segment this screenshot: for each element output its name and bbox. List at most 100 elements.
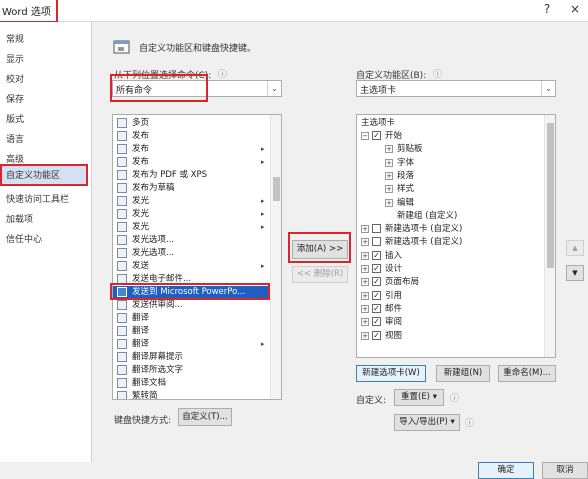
tree-item[interactable]: + ✓ 审阅: [357, 316, 543, 328]
ribbon-tree[interactable]: 主选项卡 − ✓ 开始 + 剪贴板 + 字体 + 段落 + 样式 + 编辑 新建组 (自定义) + 新建选项…: [356, 114, 556, 358]
list-item[interactable]: 发光 ▸: [113, 208, 270, 220]
tree-item[interactable]: + 新建选项卡 (自定义): [357, 223, 543, 235]
list-item[interactable]: 翻译: [113, 325, 270, 337]
new-group-button[interactable]: 新建组(N): [436, 365, 490, 382]
tree-item[interactable]: + ✓ 页面布局: [357, 276, 543, 288]
new-tab-button[interactable]: 新建选项卡(W): [356, 365, 426, 382]
list-item[interactable]: 翻译所选文字: [113, 364, 270, 376]
scrollbar-thumb[interactable]: [547, 123, 554, 268]
reset-button[interactable]: 重置(E) ▾: [394, 389, 444, 406]
expand-icon[interactable]: +: [385, 171, 393, 180]
expand-icon[interactable]: +: [361, 304, 369, 313]
ok-button[interactable]: 确定: [478, 462, 534, 479]
expand-icon[interactable]: +: [361, 318, 369, 327]
tree-checkbox[interactable]: [372, 237, 381, 247]
tree-item[interactable]: + 剪贴板: [357, 143, 543, 155]
tree-item[interactable]: + ✓ 设计: [357, 263, 543, 275]
list-item[interactable]: 发布为 PDF 或 XPS: [113, 169, 270, 181]
tree-item[interactable]: + ✓ 插入: [357, 250, 543, 262]
tree-item[interactable]: + ✓ 引用: [357, 290, 543, 302]
list-item[interactable]: 翻译文档: [113, 377, 270, 389]
help-button[interactable]: ?: [540, 2, 554, 18]
close-button[interactable]: ×: [568, 2, 582, 18]
command-icon: [117, 313, 127, 323]
command-icon: [117, 261, 127, 271]
list-item[interactable]: 繁转简: [113, 390, 270, 399]
tree-item[interactable]: + 样式: [357, 183, 543, 195]
nav-item-quick-access-toolbar[interactable]: 快速访问工具栏: [6, 192, 69, 205]
collapse-icon[interactable]: −: [361, 132, 369, 140]
tree-checkbox[interactable]: ✓: [372, 277, 381, 287]
tree-checkbox[interactable]: [372, 224, 381, 234]
nav-item-display[interactable]: 显示: [6, 52, 24, 65]
list-item[interactable]: 翻译 ▸: [113, 338, 270, 350]
import-export-button[interactable]: 导入/导出(P) ▾: [394, 414, 460, 431]
move-down-button[interactable]: ▼: [566, 265, 584, 281]
nav-item-addins[interactable]: 加载项: [6, 212, 33, 225]
ribbon-tree-scrollbar[interactable]: [544, 115, 555, 357]
list-item[interactable]: 发布为草稿: [113, 182, 270, 194]
nav-item-trust-center[interactable]: 信任中心: [6, 232, 42, 245]
command-icon: [117, 157, 127, 167]
expand-icon[interactable]: +: [361, 278, 369, 287]
nav-item-layout[interactable]: 版式: [6, 112, 24, 125]
commands-list[interactable]: 多页 发布 发布 ▸ 发布 ▸ 发布为 PDF 或 XPS 发布为草稿 发光 ▸ 发光…: [112, 114, 282, 400]
tree-checkbox[interactable]: ✓: [372, 250, 381, 260]
expand-icon[interactable]: +: [385, 185, 393, 194]
command-icon: [117, 326, 127, 336]
tree-checkbox[interactable]: ✓: [372, 317, 381, 327]
move-up-button[interactable]: ▲: [566, 240, 584, 256]
list-item[interactable]: 发光 ▸: [113, 195, 270, 207]
tree-item-label: 新建选项卡 (自定义): [385, 237, 463, 248]
list-item[interactable]: 发光选项...: [113, 234, 270, 246]
tree-checkbox[interactable]: ✓: [372, 264, 381, 273]
list-item[interactable]: 翻译: [113, 312, 270, 324]
cancel-button[interactable]: 取消: [542, 462, 588, 479]
list-item[interactable]: 发送 ▸: [113, 260, 270, 272]
rename-button[interactable]: 重命名(M)...: [498, 365, 556, 382]
customize-ribbon-dropdown[interactable]: 主选项卡 ⌄: [356, 80, 556, 97]
nav-item-general[interactable]: 常规: [6, 32, 24, 45]
expand-icon[interactable]: +: [385, 145, 393, 154]
list-item[interactable]: 发布: [113, 130, 270, 142]
tree-checkbox[interactable]: ✓: [372, 303, 381, 313]
dialog-footer: 确定 取消: [0, 462, 588, 479]
list-item[interactable]: 发送供审阅...: [113, 299, 270, 311]
list-item[interactable]: 发布 ▸: [113, 156, 270, 168]
expand-icon[interactable]: +: [385, 158, 393, 167]
expand-icon[interactable]: +: [361, 265, 369, 273]
list-item[interactable]: 发光选项...: [113, 247, 270, 259]
tree-item[interactable]: + 段落: [357, 170, 543, 182]
nav-item-save[interactable]: 保存: [6, 92, 24, 105]
expand-icon[interactable]: +: [361, 225, 369, 234]
nav-item-proofing[interactable]: 校对: [6, 72, 24, 85]
command-icon: [117, 352, 127, 362]
expand-icon[interactable]: +: [361, 331, 369, 340]
customizations-label: 自定义:: [356, 396, 387, 406]
tree-item[interactable]: + 新建选项卡 (自定义): [357, 236, 543, 248]
tree-checkbox[interactable]: ✓: [372, 330, 381, 340]
tree-item[interactable]: + 字体: [357, 157, 543, 169]
tree-item[interactable]: − ✓ 开始: [357, 130, 543, 142]
list-item[interactable]: 发光 ▸: [113, 221, 270, 233]
nav-item-language[interactable]: 语言: [6, 132, 24, 145]
choose-highlight-box: [110, 74, 208, 102]
expand-icon[interactable]: +: [385, 198, 393, 207]
commands-scrollbar[interactable]: [270, 115, 281, 399]
tree-item[interactable]: + ✓ 视图: [357, 330, 543, 342]
list-item[interactable]: 翻译屏幕提示: [113, 351, 270, 363]
expand-icon[interactable]: +: [361, 238, 369, 247]
expand-icon[interactable]: +: [361, 291, 369, 300]
tree-checkbox[interactable]: ✓: [372, 290, 381, 300]
tree-item[interactable]: + 编辑: [357, 197, 543, 209]
list-item[interactable]: 多页: [113, 117, 270, 129]
tree-item[interactable]: 新建组 (自定义): [357, 210, 543, 222]
keyboard-customize-button[interactable]: 自定义(T)...: [178, 408, 232, 426]
tree-checkbox[interactable]: ✓: [372, 131, 381, 140]
tree-item[interactable]: + ✓ 邮件: [357, 303, 543, 315]
scrollbar-thumb[interactable]: [273, 177, 280, 201]
list-item[interactable]: 发布 ▸: [113, 143, 270, 155]
tree-item-label: 段落: [397, 170, 415, 181]
remove-button[interactable]: << 删除(R): [292, 266, 348, 283]
expand-icon[interactable]: +: [361, 251, 369, 260]
